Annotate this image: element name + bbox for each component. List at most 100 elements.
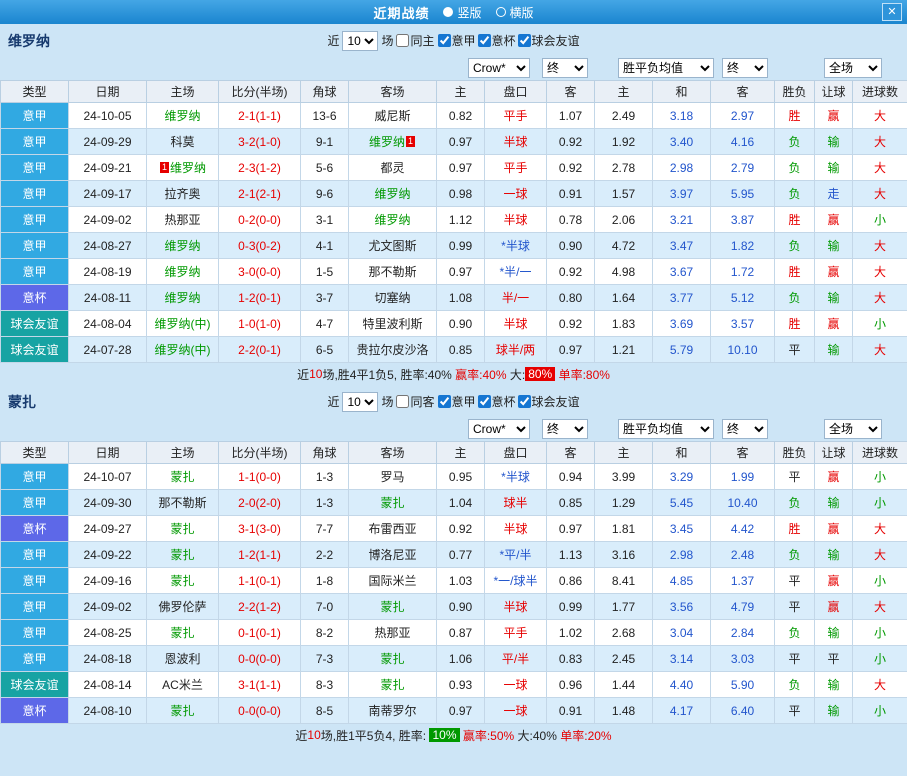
cell-home-team: 维罗纳 [147, 103, 219, 129]
layout-horizontal-radio[interactable]: 横版 [496, 4, 534, 21]
cell-away-team: 维罗纳1 [349, 129, 437, 155]
odds-controls: Crow* 终 胜平负均值 终 全场 [0, 416, 907, 441]
cell-result: 负 [775, 285, 815, 311]
cell-eu-away-odds: 5.90 [711, 672, 775, 698]
league-checkbox-input[interactable] [518, 395, 531, 408]
cell-score: 2-3(1-2) [219, 155, 301, 181]
same-venue-input[interactable] [396, 34, 409, 47]
odds-time-select-right[interactable]: 终 [722, 419, 768, 439]
league-checkbox[interactable]: 球会友谊 [518, 32, 580, 49]
cell-eu-draw-odds: 3.18 [653, 103, 711, 129]
games-label: 场 [381, 393, 393, 410]
cell-ah-away-odds: 0.80 [547, 285, 595, 311]
cell-ah-away-odds: 0.97 [547, 516, 595, 542]
cell-away-team: 维罗纳 [349, 207, 437, 233]
odds-time-select-left[interactable]: 终 [542, 419, 588, 439]
cell-away-team: 都灵 [349, 155, 437, 181]
cell-ah-home-odds: 1.04 [437, 490, 485, 516]
column-header: 进球数 [853, 442, 907, 464]
cell-eu-away-odds: 5.95 [711, 181, 775, 207]
cell-league: 意甲 [1, 620, 69, 646]
match-row: 意甲24-09-02佛罗伦萨2-2(1-2)7-0蒙扎0.90半球0.991.7… [1, 594, 907, 620]
avg-odds-select[interactable]: 胜平负均值 [618, 58, 714, 78]
close-icon[interactable]: ✕ [882, 3, 902, 21]
match-count-select[interactable]: 10 [342, 392, 378, 412]
cell-away-team: 罗马 [349, 464, 437, 490]
cell-score: 0-3(0-2) [219, 233, 301, 259]
same-venue-input[interactable] [396, 395, 409, 408]
cell-corners: 1-3 [301, 490, 349, 516]
cell-eu-draw-odds: 3.67 [653, 259, 711, 285]
cell-league: 意甲 [1, 155, 69, 181]
cell-corners: 9-1 [301, 129, 349, 155]
league-checkbox[interactable]: 球会友谊 [518, 393, 580, 410]
bookmaker-select[interactable]: Crow* [468, 419, 530, 439]
cell-result: 平 [775, 464, 815, 490]
cell-league: 意甲 [1, 464, 69, 490]
avg-odds-select[interactable]: 胜平负均值 [618, 419, 714, 439]
cell-result: 胜 [775, 103, 815, 129]
cell-eu-home-odds: 2.45 [595, 646, 653, 672]
cell-ah-away-odds: 0.92 [547, 129, 595, 155]
cell-home-team: 蒙扎 [147, 620, 219, 646]
match-row: 意甲24-09-29科莫3-2(1-0)9-1维罗纳10.97半球0.921.9… [1, 129, 907, 155]
cell-corners: 1-3 [301, 464, 349, 490]
league-checkbox[interactable]: 意杯 [478, 393, 516, 410]
column-header: 角球 [301, 81, 349, 103]
match-count-select[interactable]: 10 [342, 31, 378, 51]
cell-goals-result: 大 [853, 337, 907, 363]
league-checkbox-input[interactable] [478, 395, 491, 408]
column-header: 进球数 [853, 81, 907, 103]
cell-handicap: 半球 [485, 207, 547, 233]
league-checkbox[interactable]: 意杯 [478, 32, 516, 49]
bookmaker-select[interactable]: Crow* [468, 58, 530, 78]
cell-date: 24-09-30 [69, 490, 147, 516]
near-label: 近 [327, 32, 339, 49]
league-checkbox[interactable]: 意甲 [438, 393, 476, 410]
cell-score: 0-1(0-1) [219, 620, 301, 646]
team-label: 维罗纳 [164, 291, 200, 305]
cell-goals-result: 小 [853, 207, 907, 233]
cell-ah-away-odds: 0.91 [547, 698, 595, 724]
cell-eu-home-odds: 1.81 [595, 516, 653, 542]
team-label: 特里波利斯 [362, 317, 422, 331]
cell-eu-away-odds: 10.40 [711, 490, 775, 516]
cell-result: 平 [775, 646, 815, 672]
league-checkbox-input[interactable] [518, 34, 531, 47]
cell-result: 负 [775, 620, 815, 646]
scope-select[interactable]: 全场 [824, 419, 882, 439]
cell-ah-home-odds: 0.85 [437, 337, 485, 363]
column-header: 主 [437, 81, 485, 103]
cell-eu-home-odds: 1.77 [595, 594, 653, 620]
cell-goals-result: 小 [853, 568, 907, 594]
odds-time-select-right[interactable]: 终 [722, 58, 768, 78]
column-header: 客场 [349, 81, 437, 103]
cell-eu-away-odds: 1.72 [711, 259, 775, 285]
footer-stat: 单率:80% [555, 366, 610, 383]
cell-date: 24-09-16 [69, 568, 147, 594]
cell-eu-home-odds: 8.41 [595, 568, 653, 594]
team-label: 佛罗伦萨 [158, 600, 206, 614]
team-label: 维罗纳(中) [155, 317, 211, 331]
cell-ah-away-odds: 0.83 [547, 646, 595, 672]
column-header: 主场 [147, 81, 219, 103]
layout-vertical-radio[interactable]: 竖版 [443, 4, 481, 21]
cell-ah-home-odds: 0.87 [437, 620, 485, 646]
league-checkbox-input[interactable] [438, 395, 451, 408]
scope-select[interactable]: 全场 [824, 58, 882, 78]
same-venue-checkbox[interactable]: 同客 [396, 393, 434, 410]
column-header: 日期 [69, 442, 147, 464]
league-checkbox-input[interactable] [478, 34, 491, 47]
team-label: 蒙扎 [170, 574, 194, 588]
match-row: 球会友谊24-07-28维罗纳(中)2-2(0-1)6-5贵拉尔皮沙洛0.85球… [1, 337, 907, 363]
league-checkbox[interactable]: 意甲 [438, 32, 476, 49]
horizontal-label: 横版 [510, 4, 534, 21]
league-checkbox-input[interactable] [438, 34, 451, 47]
footer-stat: 10 [307, 728, 320, 742]
odds-time-select-left[interactable]: 终 [542, 58, 588, 78]
column-header: 主 [437, 442, 485, 464]
same-venue-checkbox[interactable]: 同主 [396, 32, 434, 49]
red-card-badge: 1 [406, 136, 415, 147]
league-label: 球会友谊 [532, 393, 580, 410]
match-row: 意甲24-08-19维罗纳3-0(0-0)1-5那不勒斯0.97*半/一0.92… [1, 259, 907, 285]
